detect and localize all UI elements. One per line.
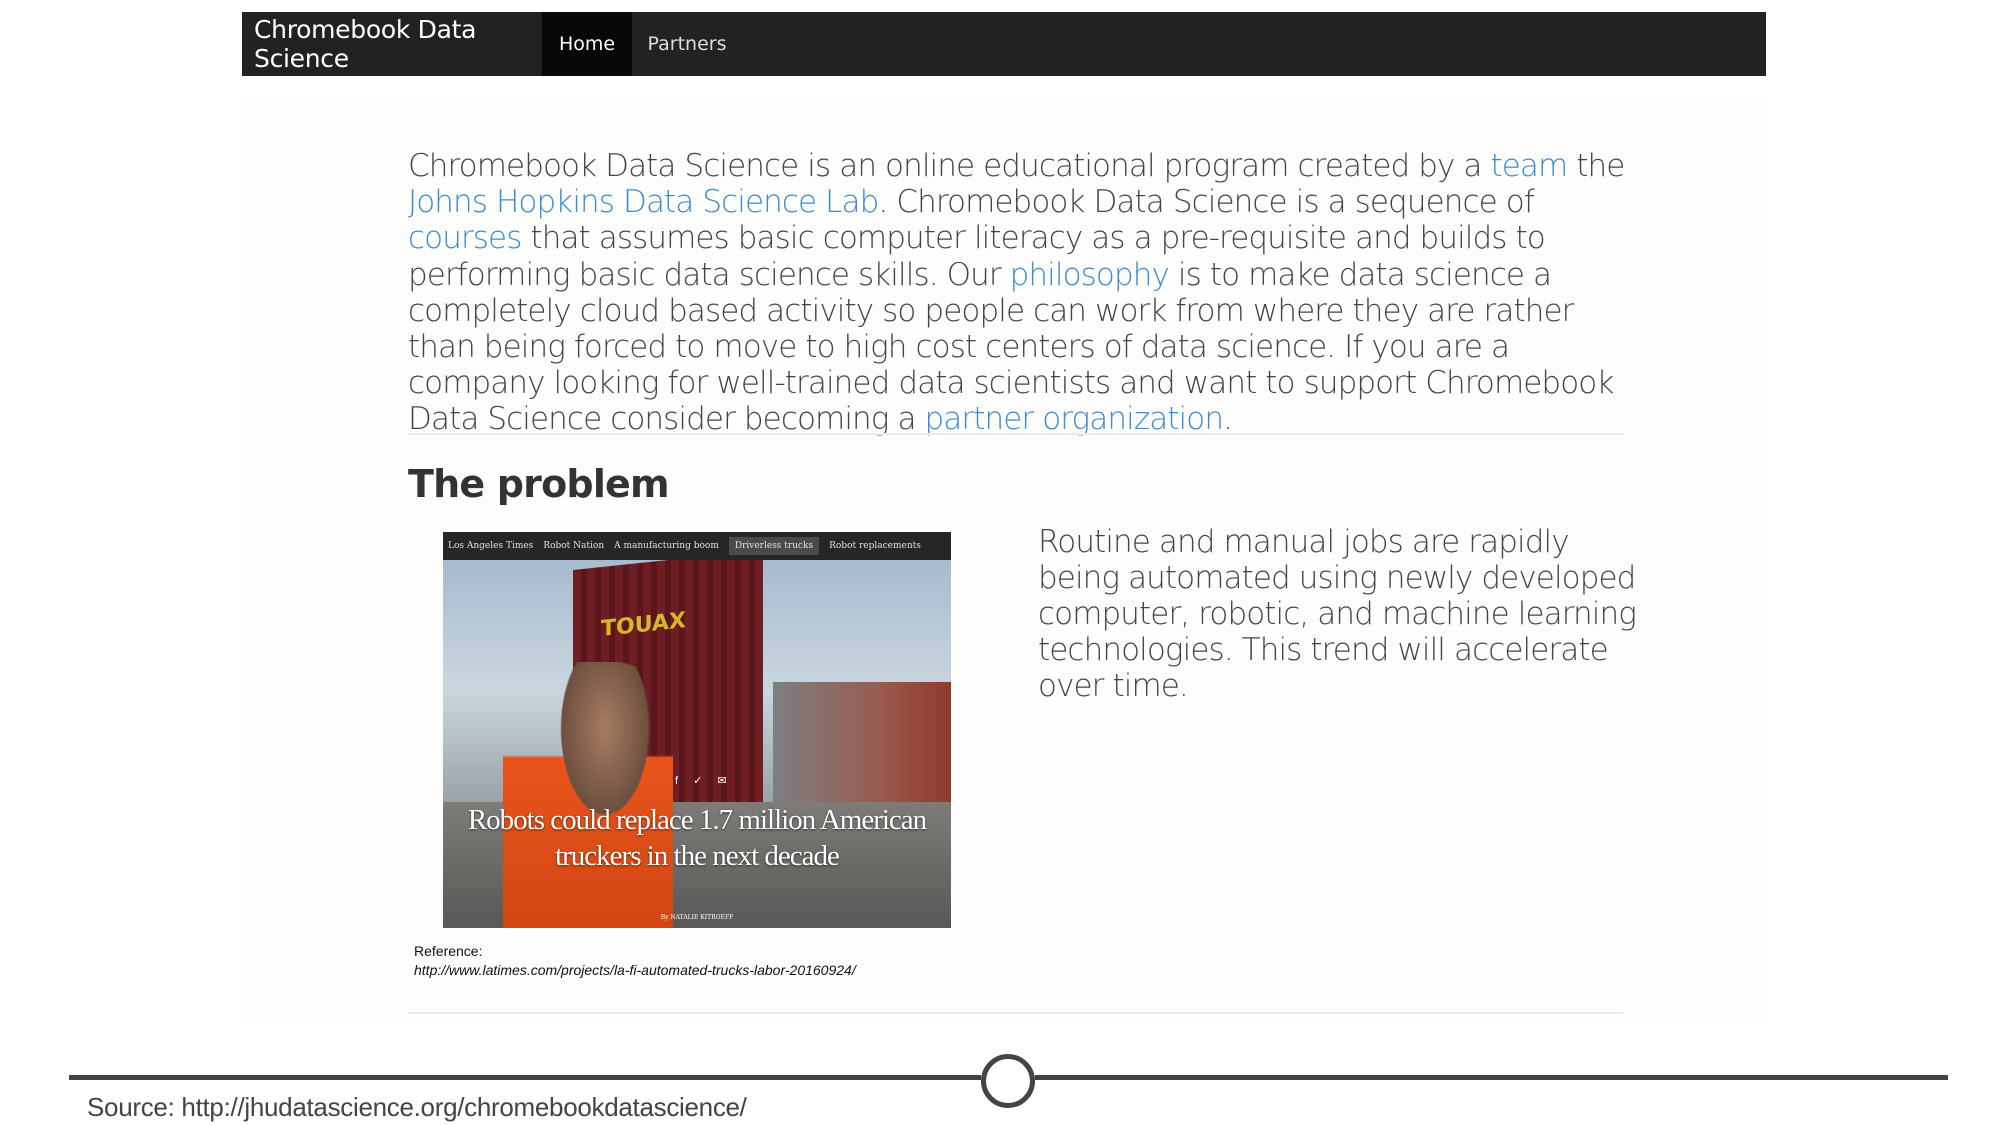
topbar-item: Robot Nation [543, 541, 605, 551]
topbar-item: Robot replacements [829, 541, 921, 551]
intro-paragraph: Chromebook Data Science is an online edu… [408, 148, 1638, 438]
article-byline: By NATALIE KITROEFF [660, 914, 734, 921]
divider [408, 433, 1623, 435]
latimes-topbar: Los Angeles Times Robot Nation A manufac… [443, 532, 951, 560]
intro-text: Chromebook Data Science is an online edu… [408, 148, 1491, 184]
article-headline: Robots could replace 1.7 million America… [467, 804, 927, 872]
source-caption: Source: http://jhudatascience.org/chrome… [87, 1092, 747, 1122]
worker-figure [503, 662, 673, 928]
nav-item-home[interactable]: Home [542, 12, 632, 76]
reference-label: Reference: [414, 943, 483, 959]
philosophy-link[interactable]: philosophy [1010, 257, 1170, 293]
problem-description: Routine and manual jobs are rapidly bein… [1038, 524, 1637, 704]
timeline-track [1035, 1075, 1948, 1080]
reference-url[interactable]: http://www.latimes.com/projects/la-fi-au… [414, 961, 856, 980]
reference: Reference: http://www.latimes.com/projec… [414, 942, 856, 980]
timeline-track [69, 1075, 981, 1080]
intro-text: the [1567, 148, 1625, 184]
nav-item-partners[interactable]: Partners [632, 12, 742, 76]
timeline-handle[interactable] [981, 1054, 1035, 1108]
team-link[interactable]: team [1491, 148, 1569, 184]
divider [408, 1012, 1623, 1014]
news-screenshot-image: TOUAX Los Angeles Times Robot Nation A m… [443, 532, 951, 928]
trucks-background [773, 682, 951, 822]
problem-heading: The problem [408, 462, 670, 506]
navbar: Chromebook Data Science Home Partners [242, 12, 1766, 76]
topbar-item: A manufacturing boom [614, 541, 719, 551]
jhu-lab-link[interactable]: Johns Hopkins Data Science Lab [408, 184, 879, 220]
topbar-item-active: Driverless trucks [728, 537, 820, 555]
site-brand[interactable]: Chromebook Data Science [242, 12, 542, 76]
social-share-icons: f ✓ ✉ [675, 775, 733, 787]
latimes-logo: Los Angeles Times [448, 541, 534, 551]
container-logo-text: TOUAX [601, 608, 686, 643]
courses-link[interactable]: courses [408, 220, 522, 256]
intro-text: . Chromebook Data Science is a sequence … [878, 184, 1534, 221]
